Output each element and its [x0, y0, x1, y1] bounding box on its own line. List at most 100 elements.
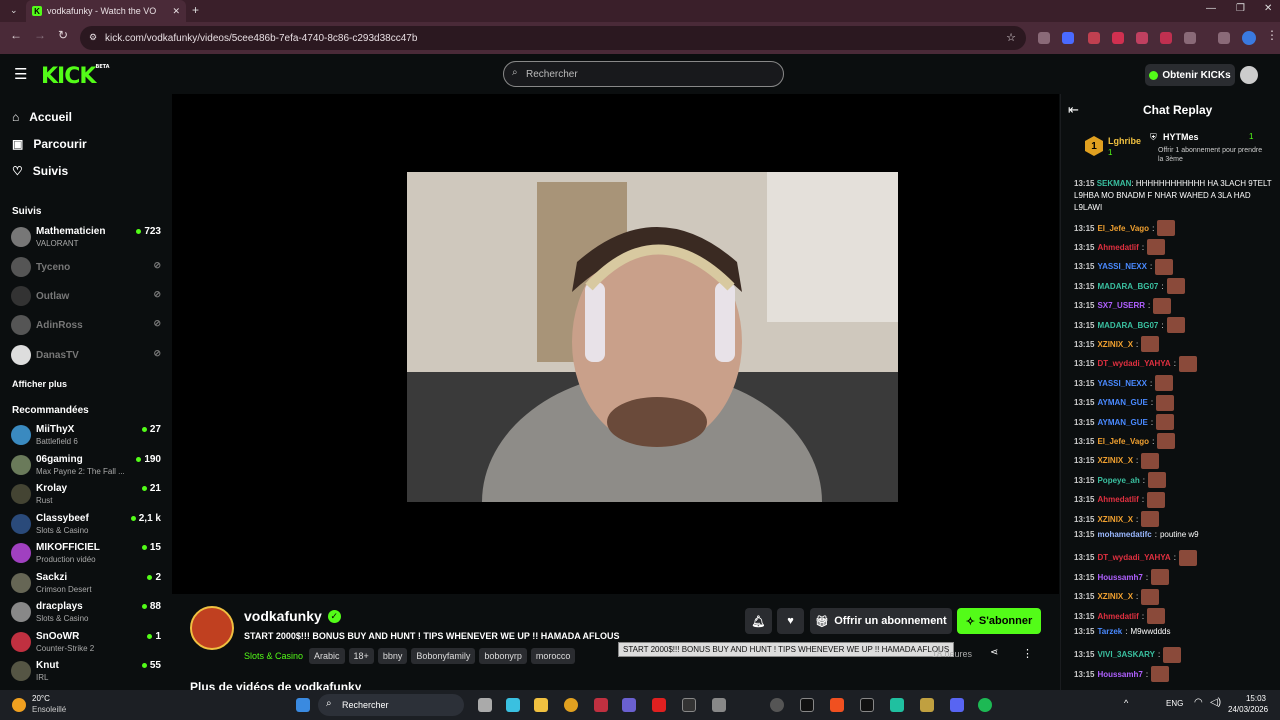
extension-icon[interactable]	[1160, 32, 1172, 44]
message-username[interactable]: XZINIX_X	[1097, 515, 1133, 524]
followed-channel[interactable]: Outlaw ⊘	[11, 283, 161, 311]
message-username[interactable]: AYMAN_GUE	[1097, 398, 1147, 407]
message-username[interactable]: El_Jefe_Vago	[1097, 224, 1149, 233]
show-more-link[interactable]: Afficher plus	[12, 379, 67, 389]
minimize-icon[interactable]: —	[1206, 3, 1216, 14]
channel-avatar[interactable]	[190, 606, 234, 650]
message-username[interactable]: VIVI_3ASKARY	[1097, 650, 1155, 659]
browser-menu-icon[interactable]: ⋮	[1266, 28, 1278, 42]
followed-channel[interactable]: AdinRoss ⊘	[11, 312, 161, 340]
hamburger-menu-icon[interactable]: ☰	[14, 65, 27, 83]
profile-avatar-icon[interactable]	[1242, 31, 1256, 45]
extensions-puzzle-icon[interactable]	[1184, 32, 1196, 44]
tab-list-icon[interactable]: ⌄	[10, 5, 18, 16]
notification-bell-button[interactable]: 🔔︎	[745, 608, 772, 634]
forward-icon[interactable]: →	[34, 28, 46, 42]
tag[interactable]: bbny	[377, 648, 408, 664]
app-icon[interactable]	[682, 698, 696, 712]
windows-start-icon[interactable]	[296, 698, 310, 712]
message-username[interactable]: El_Jefe_Vago	[1097, 437, 1149, 446]
url-field[interactable]: ⚙ kick.com/vodkafunky/videos/5cee486b-7e…	[80, 26, 1026, 50]
followed-channel[interactable]: Tyceno ⊘	[11, 254, 161, 282]
app-icon[interactable]	[594, 698, 608, 712]
followed-channel[interactable]: DanasTV ⊘	[11, 342, 161, 370]
category-link[interactable]: Slots & Casino	[244, 651, 303, 661]
message-username[interactable]: Popeye_ah	[1097, 476, 1139, 485]
recommended-channel[interactable]: dracplays Slots & Casino 88	[11, 599, 161, 627]
tag[interactable]: morocco	[530, 648, 576, 664]
message-username[interactable]: XZINIX_X	[1097, 592, 1133, 601]
subscribe-button[interactable]: ✧ S'abonner	[957, 608, 1041, 634]
language-indicator[interactable]: ENG	[1166, 699, 1183, 708]
message-username[interactable]: YASSI_NEXX	[1097, 379, 1147, 388]
tab-close-icon[interactable]: ✕	[172, 6, 180, 17]
discord-icon[interactable]	[950, 698, 964, 712]
message-username[interactable]: Ahmedatlif	[1097, 495, 1138, 504]
volume-icon[interactable]: ◁)	[1210, 697, 1221, 708]
gift-sub-button[interactable]: 🎁︎ Offrir un abonnement	[810, 608, 952, 634]
tray-chevron-icon[interactable]: ^	[1124, 698, 1128, 708]
app-icon[interactable]	[800, 698, 814, 712]
tradingview-icon[interactable]	[860, 698, 874, 712]
message-username[interactable]: MADARA_BG07	[1097, 282, 1158, 291]
reload-icon[interactable]: ↻	[58, 28, 68, 42]
wifi-icon[interactable]: ◠	[1194, 697, 1203, 708]
extension-icon[interactable]	[1062, 32, 1074, 44]
recommended-channel[interactable]: 06gaming Max Payne 2: The Fall ... 190	[11, 452, 161, 480]
followed-channel[interactable]: Mathematicien VALORANT 723	[11, 224, 161, 252]
tag[interactable]: Arabic	[309, 648, 345, 664]
browser-tab[interactable]: K vodkafunky - Watch the VO ✕	[26, 0, 186, 22]
spotify-icon[interactable]	[978, 698, 992, 712]
user-avatar[interactable]	[1240, 66, 1258, 84]
recommended-channel[interactable]: Krolay Rust 21	[11, 481, 161, 509]
kick-logo[interactable]: KICKBETA	[41, 64, 110, 89]
chrome-icon[interactable]	[564, 698, 578, 712]
top-gifter-name[interactable]: Lghribe	[1108, 136, 1141, 146]
recommended-channel[interactable]: Sackzi Crimson Desert 2	[11, 570, 161, 598]
message-username[interactable]: DT_wydadi_YAHYA	[1097, 553, 1170, 562]
file-explorer-icon[interactable]	[534, 698, 548, 712]
search-input[interactable]: ⌕ Rechercher	[503, 61, 784, 87]
recommended-channel[interactable]: SnOoWR Counter-Strike 2 1	[11, 629, 161, 657]
site-info-icon[interactable]: ⚙	[89, 32, 97, 43]
message-username[interactable]: XZINIX_X	[1097, 456, 1133, 465]
weather-sun-icon[interactable]	[12, 698, 26, 712]
nav-following[interactable]: ♡ Suivis	[12, 164, 68, 178]
extension-icon[interactable]	[1136, 32, 1148, 44]
get-kicks-button[interactable]: Obtenir KICKs	[1145, 64, 1235, 86]
extension-icon[interactable]	[1038, 32, 1050, 44]
youtube-icon[interactable]	[652, 698, 666, 712]
reading-list-icon[interactable]	[1218, 32, 1230, 44]
message-username[interactable]: XZINIX_X	[1097, 340, 1133, 349]
message-username[interactable]: Tarzek	[1097, 627, 1122, 636]
clock-time[interactable]: 15:03	[1232, 694, 1266, 703]
app-icon[interactable]	[712, 698, 726, 712]
message-username[interactable]: Houssamh7	[1097, 670, 1142, 679]
new-tab-icon[interactable]: +	[192, 3, 199, 17]
message-username[interactable]: DT_wydadi_YAHYA	[1097, 359, 1170, 368]
bookmark-star-icon[interactable]: ☆	[1006, 31, 1016, 44]
app-icon[interactable]	[920, 698, 934, 712]
app-icon[interactable]	[890, 698, 904, 712]
brave-icon[interactable]	[830, 698, 844, 712]
copilot-icon[interactable]	[506, 698, 520, 712]
recommended-channel[interactable]: Classybeef Slots & Casino 2,1 k	[11, 511, 161, 539]
maximize-icon[interactable]: ❐	[1236, 3, 1245, 14]
message-username[interactable]: Houssamh7	[1097, 573, 1142, 582]
message-username[interactable]: YASSI_NEXX	[1097, 262, 1147, 271]
close-window-icon[interactable]: ✕	[1264, 3, 1272, 14]
video-frame[interactable]	[407, 172, 898, 502]
channel-name[interactable]: vodkafunky	[244, 608, 322, 624]
extension-icon[interactable]	[1112, 32, 1124, 44]
recommended-channel[interactable]: MiiThyX Battlefield 6 27	[11, 422, 161, 450]
message-username[interactable]: Ahmedatlif	[1097, 243, 1138, 252]
more-options-icon[interactable]: ⋮	[1022, 647, 1033, 660]
message-username[interactable]: mohamedatifc	[1097, 530, 1151, 539]
tag[interactable]: 18+	[348, 648, 374, 664]
extension-icon[interactable]	[1088, 32, 1100, 44]
recommended-channel[interactable]: MIKOFFICIEL Production vidéo 15	[11, 540, 161, 568]
second-gifter-name[interactable]: HYTMes	[1163, 132, 1199, 142]
app-icon[interactable]	[770, 698, 784, 712]
back-icon[interactable]: ←	[10, 28, 22, 42]
message-username[interactable]: MADARA_BG07	[1097, 321, 1158, 330]
